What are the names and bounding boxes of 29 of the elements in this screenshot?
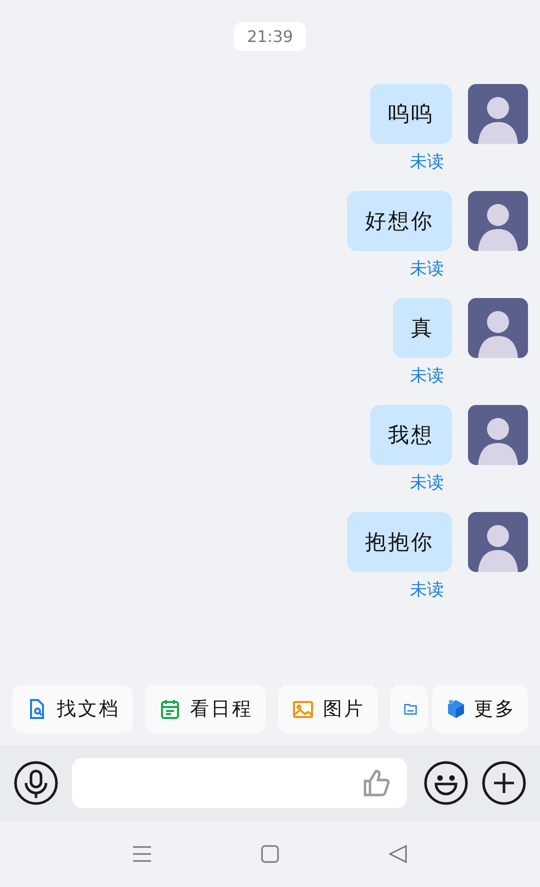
unread-label: 未读 <box>410 579 444 601</box>
message-input[interactable] <box>72 758 407 808</box>
quick-action-chip[interactable]: 看日程 <box>145 685 266 733</box>
emoji-icon[interactable] <box>424 761 468 805</box>
timestamp: 21:39 <box>234 22 306 51</box>
menu-icon[interactable] <box>132 844 152 864</box>
message-bubble: 真 <box>393 298 452 358</box>
back-icon[interactable] <box>388 844 408 864</box>
message-bubble: 呜呜 <box>370 84 452 144</box>
unread-label: 未读 <box>410 472 444 494</box>
avatar[interactable] <box>468 84 528 144</box>
unread-label: 未读 <box>410 151 444 173</box>
home-icon[interactable] <box>260 844 280 864</box>
calendar-icon <box>158 697 182 721</box>
quick-action-chip[interactable]: 图片 <box>278 685 378 733</box>
message-bubble: 我想 <box>370 405 452 465</box>
quick-action-chip[interactable] <box>390 685 428 733</box>
microphone-icon[interactable] <box>14 761 58 805</box>
unread-label: 未读 <box>410 258 444 280</box>
more-chip[interactable]: 更多 <box>432 685 528 733</box>
avatar[interactable] <box>468 405 528 465</box>
add-icon[interactable] <box>482 761 526 805</box>
unread-label: 未读 <box>410 365 444 387</box>
message-bubble: 好想你 <box>347 191 452 251</box>
avatar[interactable] <box>468 191 528 251</box>
quick-action-chip[interactable]: 找文档 <box>12 685 133 733</box>
message-bubble: 抱抱你 <box>347 512 452 572</box>
avatar[interactable] <box>468 298 528 358</box>
avatar[interactable] <box>468 512 528 572</box>
